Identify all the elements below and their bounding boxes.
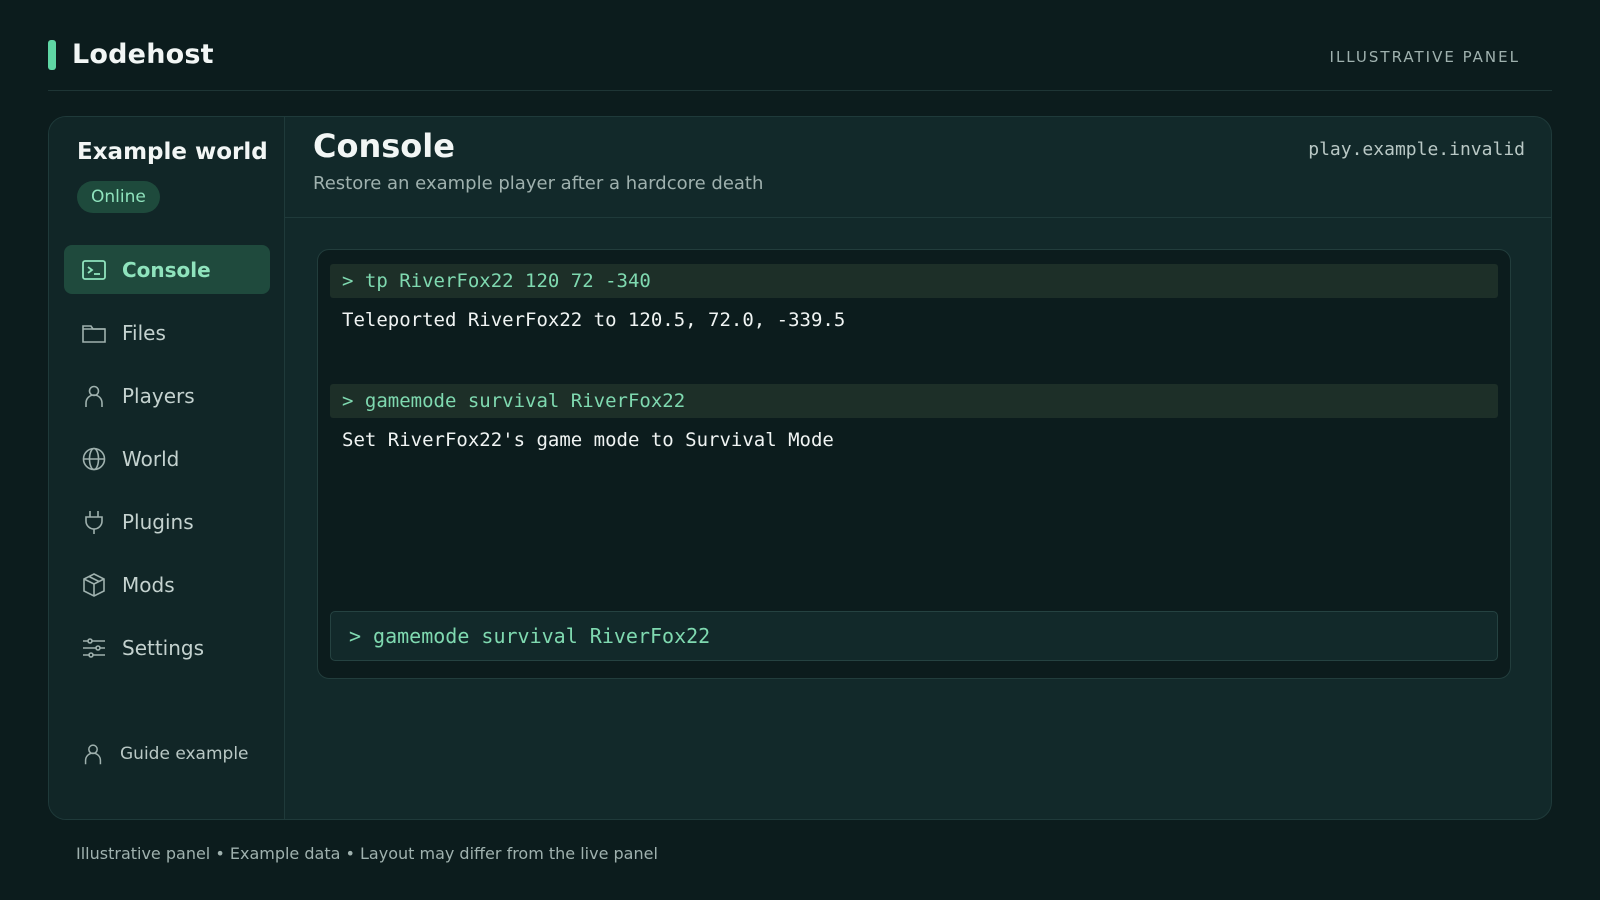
account-menu[interactable]: Guide example [80,741,249,767]
log-command: > gamemode survival RiverFox22 [330,384,1498,418]
sidebar-item-label: World [122,446,180,471]
console-log: > tp RiverFox22 120 72 -340 Teleported R… [330,264,1498,504]
command-input-value[interactable]: gamemode survival RiverFox22 [373,624,710,648]
status-badge: Online [77,181,160,213]
panel-card: Example world Online Console Files Playe… [48,116,1552,820]
page-title: Console [313,127,455,165]
sidebar-item-mods[interactable]: Mods [64,560,270,609]
sidebar-item-label: Mods [122,572,175,597]
user-icon [80,382,108,410]
log-output: Set RiverFox22's game mode to Survival M… [342,429,834,451]
plug-icon [80,508,108,536]
sidebar-item-label: Console [122,257,211,282]
prompt-symbol: > [349,624,362,648]
footer-note: Illustrative panel • Example data • Layo… [76,844,658,863]
log-command: > tp RiverFox22 120 72 -340 [330,264,1498,298]
log-entry: > tp RiverFox22 120 72 -340 Teleported R… [330,264,1498,342]
console-output[interactable]: > tp RiverFox22 120 72 -340 Teleported R… [317,249,1511,679]
sidebar-item-label: Files [122,320,166,345]
sliders-icon [80,634,108,662]
brand-mark [48,40,56,70]
sidebar-item-label: Settings [122,635,205,660]
cube-icon [80,571,108,599]
sidebar-item-label: Plugins [122,509,194,534]
globe-icon [80,445,108,473]
sidebar-item-settings[interactable]: Settings [64,623,270,672]
sidebar-item-world[interactable]: World [64,434,270,483]
page-header: Console Restore an example player after … [285,117,1551,218]
brand-name[interactable]: Lodehost [72,39,214,70]
account-label: Guide example [120,744,249,764]
top-bar: Lodehost ILLUSTRATIVE PANEL [48,30,1552,91]
sidebar-item-files[interactable]: Files [64,308,270,357]
folder-icon [80,319,108,347]
sidebar: Example world Online Console Files Playe… [49,117,285,819]
sidebar-item-players[interactable]: Players [64,371,270,420]
page-subtitle: Restore an example player after a hardco… [313,173,764,194]
server-name: Example world [77,139,268,165]
sidebar-item-plugins[interactable]: Plugins [64,497,270,546]
sidebar-item-label: Players [122,383,195,408]
sidebar-item-console[interactable]: Console [64,245,270,294]
terminal-icon [80,256,108,284]
log-output: Teleported RiverFox22 to 120.5, 72.0, -3… [342,309,846,331]
user-icon [80,741,106,767]
sidebar-nav: Console Files Players World Plugins Mods… [64,245,270,686]
command-input[interactable]: > gamemode survival RiverFox22 [330,611,1498,661]
log-entry: > gamemode survival RiverFox22 Set River… [330,384,1498,462]
main-content: Console Restore an example player after … [285,117,1551,819]
server-address: play.example.invalid [1308,139,1525,160]
illustrative-tag: ILLUSTRATIVE PANEL [1329,48,1520,66]
